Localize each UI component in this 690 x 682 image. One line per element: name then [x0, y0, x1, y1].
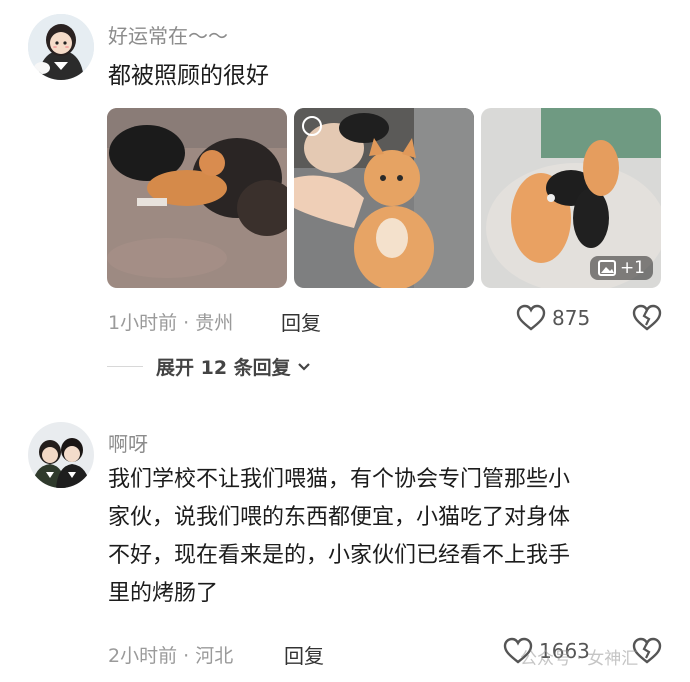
comment-photo-1[interactable]	[107, 108, 287, 288]
comment-photo-3[interactable]: +1	[481, 108, 661, 288]
cats-on-rug-photo	[107, 108, 287, 288]
live-photo-icon	[302, 116, 322, 136]
like-button[interactable]: 875	[516, 304, 590, 332]
expand-replies-label: 展开 12 条回复	[156, 357, 291, 379]
avatar[interactable]	[28, 422, 94, 488]
more-photos-count: +1	[619, 258, 645, 278]
more-photos-badge: +1	[589, 256, 653, 280]
broken-heart-icon	[632, 304, 662, 331]
username[interactable]: 啊呀	[108, 428, 148, 457]
comment-meta: 2小时前 · 河北	[108, 645, 234, 667]
dislike-button[interactable]	[632, 304, 662, 336]
comment-text-line: 里的烤肠了	[108, 581, 219, 606]
comment-text-line: 家伙，说我们喂的东西都便宜，小猫吃了对身体	[108, 505, 571, 530]
expand-replies-button[interactable]: 展开 12 条回复	[156, 353, 311, 380]
comment-text-line: 我们学校不让我们喂猫，有个协会专门管那些小	[108, 467, 571, 492]
comment-text: 都被照顾的很好	[108, 63, 269, 89]
avatar[interactable]	[28, 14, 94, 80]
comment-text-line: 不好，现在看来是的，小家伙们已经看不上我手	[108, 543, 571, 568]
heart-outline-icon	[516, 304, 546, 331]
image-icon	[597, 260, 616, 276]
username[interactable]: 好运常在～～	[108, 20, 228, 49]
avatar-illustration	[28, 422, 94, 488]
chevron-down-icon	[297, 362, 310, 371]
reply-button[interactable]: 回复	[281, 307, 321, 336]
divider	[107, 366, 143, 367]
watermark: 公众号 · 女神汇	[520, 649, 639, 669]
kitten-in-hand-photo	[294, 108, 474, 288]
comment-meta: 1小时前 · 贵州	[108, 312, 234, 334]
avatar-illustration	[28, 14, 94, 80]
reply-button[interactable]: 回复	[284, 640, 324, 669]
comment-text: 我们学校不让我们喂猫，有个协会专门管那些小 家伙，说我们喂的东西都便宜，小猫吃了…	[108, 461, 668, 613]
like-count: 875	[552, 306, 591, 330]
comment-photo-2[interactable]	[294, 108, 474, 288]
